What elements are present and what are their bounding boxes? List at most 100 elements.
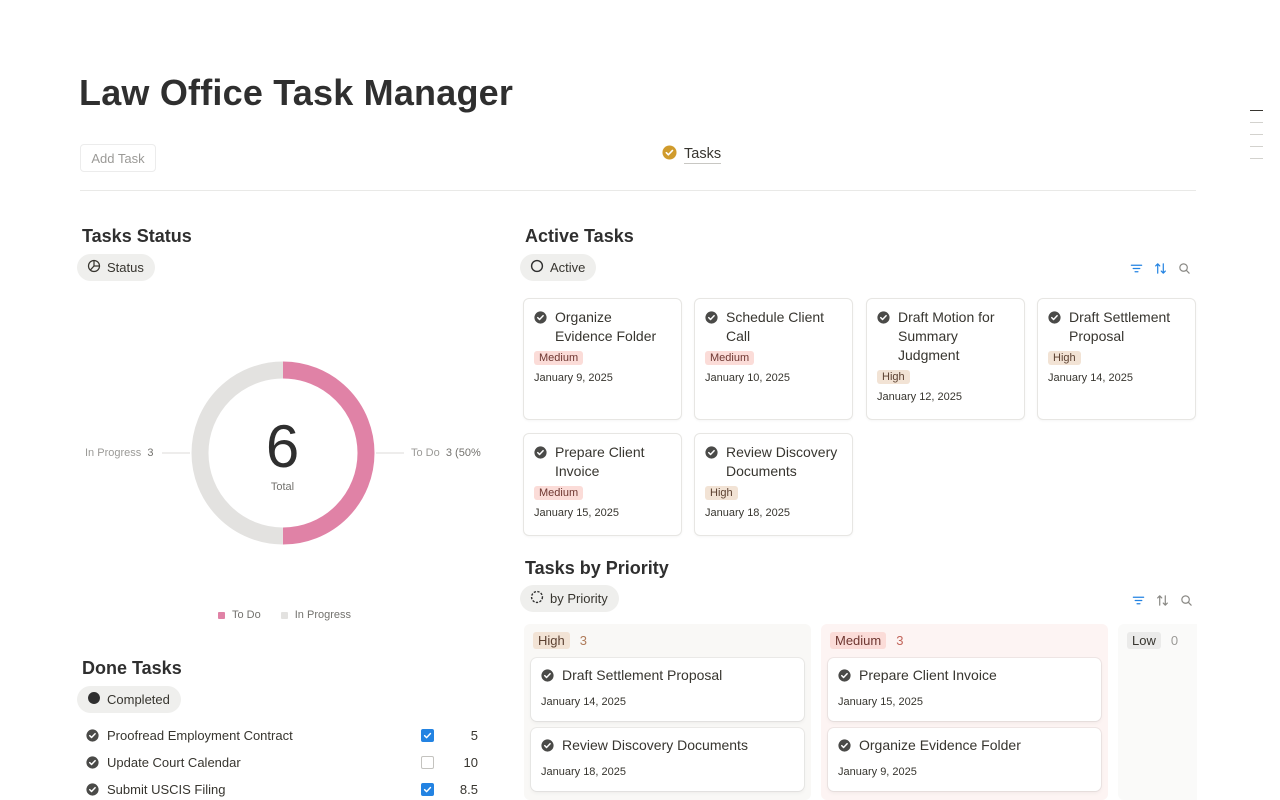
- sort-icon[interactable]: [1153, 261, 1167, 275]
- card-date: January 14, 2025: [541, 696, 627, 708]
- check-circle-icon: [838, 738, 851, 752]
- check-circle-icon: [705, 311, 719, 346]
- column-header[interactable]: High 3: [533, 631, 804, 649]
- check-circle-icon: [534, 446, 548, 481]
- priority-view-label: by Priority: [550, 591, 608, 606]
- sort-icon[interactable]: [1155, 593, 1169, 607]
- column-tag: Medium: [830, 631, 887, 649]
- status-view-tab[interactable]: Status: [77, 254, 155, 281]
- toc-item[interactable]: [1250, 158, 1263, 159]
- card-header: Schedule Client Call: [705, 308, 842, 346]
- card-header: Organize Evidence Folder: [534, 308, 671, 346]
- donut-total-value: 6: [265, 413, 300, 480]
- board-card[interactable]: Organize Evidence Folder January 9, 2025: [828, 728, 1101, 791]
- card-title: Schedule Client Call: [726, 309, 825, 344]
- toc-item[interactable]: [1250, 110, 1263, 111]
- check-circle-icon: [541, 668, 554, 682]
- column-header[interactable]: Medium 3: [830, 631, 1101, 649]
- done-tasks-title: Done Tasks: [82, 658, 182, 678]
- column-count: 0: [1170, 632, 1179, 648]
- filter-icon[interactable]: [1131, 593, 1145, 607]
- task-checkbox[interactable]: [421, 782, 434, 796]
- done-task-name: Proofread Employment Contract: [107, 727, 293, 743]
- page-title: Law Office Task Manager: [79, 72, 514, 113]
- priority-badge: High: [877, 370, 910, 384]
- active-task-card[interactable]: Review Discovery Documents High January 18…: [694, 433, 853, 536]
- board-card[interactable]: Prepare Client Invoice January 15, 2025: [828, 658, 1101, 721]
- active-task-card[interactable]: Schedule Client Call Medium January 10, 20…: [694, 298, 853, 420]
- column-count: 3: [579, 632, 587, 648]
- status-view-label: Status: [107, 260, 144, 275]
- toc-item[interactable]: [1250, 146, 1263, 147]
- priority-title: Tasks by Priority: [525, 558, 669, 578]
- card-date: January 12, 2025: [877, 391, 963, 403]
- search-icon[interactable]: [1179, 593, 1193, 607]
- add-task-button[interactable]: Add Task: [80, 144, 156, 172]
- done-task-row[interactable]: Submit USCIS Filing 8.5: [86, 778, 478, 800]
- card-title: Draft Motion for Summary Judgment: [898, 309, 995, 363]
- active-view-label: Active: [550, 260, 586, 275]
- legend-item-in-progress: In Progress: [280, 609, 351, 621]
- table-of-contents[interactable]: [1250, 110, 1263, 170]
- card-header: Review Discovery Documents: [705, 443, 842, 481]
- column-header[interactable]: Low 0: [1127, 631, 1190, 649]
- card-title: Prepare Client Invoice: [859, 667, 997, 683]
- done-task-row[interactable]: Proofread Employment Contract 5: [86, 724, 478, 746]
- active-task-card[interactable]: Draft Motion for Summary Judgment High Jan…: [866, 298, 1025, 420]
- card-title: Prepare Client Invoice: [555, 444, 645, 479]
- card-title: Review Discovery Documents: [726, 444, 838, 479]
- task-hours-value: 5: [470, 727, 478, 743]
- board-card[interactable]: Review Discovery Documents January 18, 20…: [531, 728, 804, 791]
- tasks-link[interactable]: Tasks: [662, 145, 722, 164]
- check-circle-icon: [662, 145, 677, 164]
- card-date: January 10, 2025: [705, 372, 791, 384]
- completed-view-tab[interactable]: Completed: [77, 686, 181, 713]
- check-circle-icon: [86, 755, 99, 769]
- to-do-side-label: To Do 3 (50%: [411, 447, 481, 459]
- column-tag: Low: [1127, 631, 1161, 649]
- card-date: January 18, 2025: [541, 766, 627, 778]
- card-date: January 15, 2025: [534, 507, 620, 519]
- card-date: January 18, 2025: [705, 507, 791, 519]
- divider: [80, 190, 1196, 191]
- priority-badge: High: [705, 486, 738, 500]
- card-date: January 14, 2025: [1048, 372, 1134, 384]
- check-circle-icon: [534, 311, 548, 346]
- board-column-low: Low 0: [1118, 624, 1197, 800]
- legend-swatch: [218, 611, 225, 619]
- tasks-link-label: Tasks: [684, 145, 722, 164]
- completed-view-label: Completed: [107, 692, 170, 707]
- priority-badge: Medium: [705, 351, 755, 365]
- card-header: Review Discovery Documents: [541, 737, 794, 753]
- chart-legend: To Do In Progress: [218, 609, 351, 621]
- task-checkbox[interactable]: [421, 728, 434, 742]
- done-task-row[interactable]: Update Court Calendar 10: [86, 751, 478, 773]
- filter-icon[interactable]: [1129, 261, 1143, 275]
- check-circle-icon: [541, 738, 554, 752]
- active-task-card[interactable]: Draft Settlement Proposal High January 14,…: [1037, 298, 1196, 420]
- priority-badge: High: [1048, 351, 1081, 365]
- pie-chart-icon: [87, 259, 101, 276]
- task-checkbox[interactable]: [421, 755, 434, 769]
- priority-view-tab[interactable]: by Priority: [520, 585, 619, 612]
- active-toolbar: [1129, 261, 1191, 275]
- active-view-tab[interactable]: Active: [520, 254, 597, 281]
- legend-item-todo: To Do: [218, 609, 261, 621]
- search-icon[interactable]: [1177, 261, 1191, 275]
- done-task-name: Update Court Calendar: [107, 754, 241, 770]
- circle-outline-icon: [530, 259, 544, 276]
- active-task-card[interactable]: Organize Evidence Folder Medium January 9,…: [523, 298, 682, 420]
- check-circle-icon: [838, 668, 851, 682]
- board-column-medium: Medium 3 Prepare Client Invoice January 15,…: [821, 624, 1108, 800]
- tasks-status-title: Tasks Status: [82, 226, 192, 246]
- check-circle-icon: [86, 782, 99, 796]
- filled-circle-icon: [87, 691, 101, 708]
- toc-item[interactable]: [1250, 134, 1263, 135]
- in-progress-side-label: In Progress 3: [85, 447, 154, 459]
- active-task-card[interactable]: Prepare Client Invoice Medium January 15, …: [523, 433, 682, 536]
- board-card[interactable]: Draft Settlement Proposal January 14, 202…: [531, 658, 804, 721]
- card-title: Review Discovery Documents: [562, 737, 748, 753]
- toc-item[interactable]: [1250, 122, 1263, 123]
- active-tasks-title: Active Tasks: [525, 226, 634, 246]
- card-header: Draft Motion for Summary Judgment: [877, 308, 1014, 365]
